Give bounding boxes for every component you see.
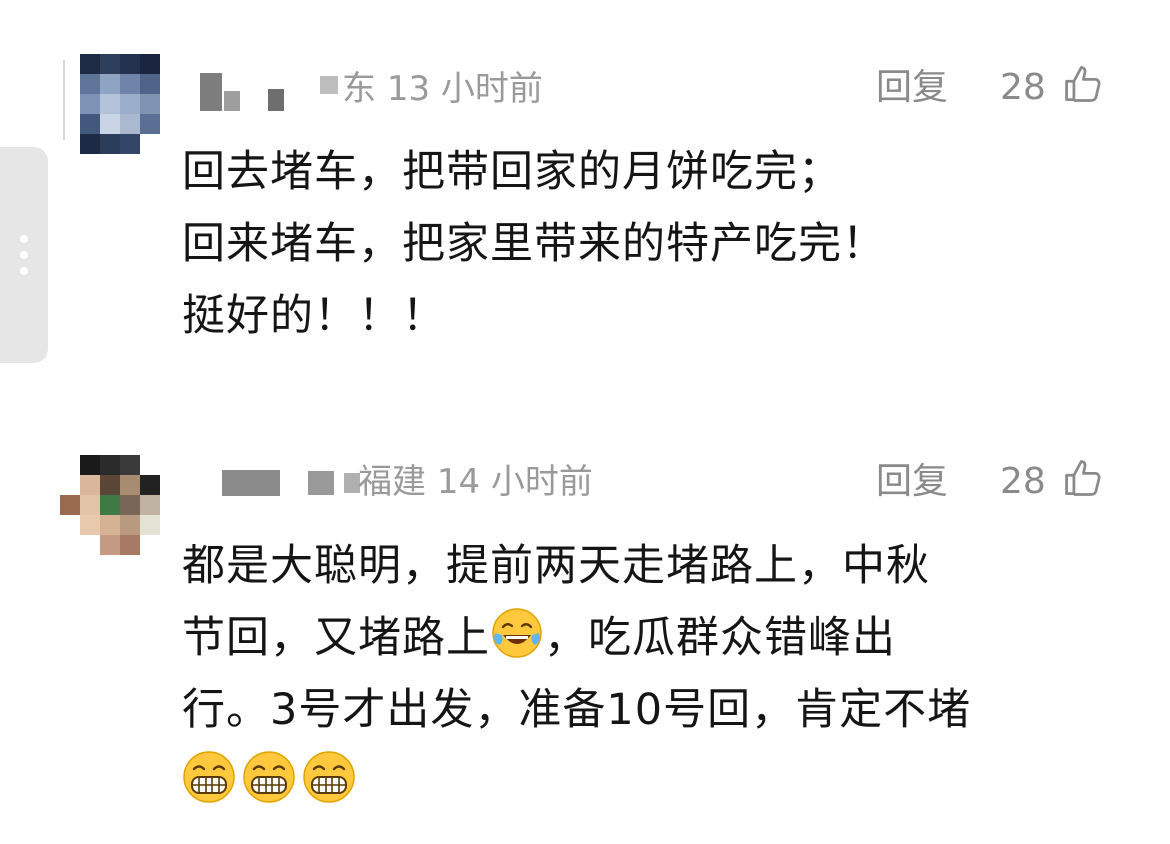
side-panel-handle[interactable] [0,147,48,363]
comment-meta: 福建 14 小时前 [358,465,593,499]
comment-body: 都是大聪明，提前两天走堵路上，中秋 节回，又堵路上 ，吃瓜群众错峰出 行。3号才… [182,530,971,818]
reply-button[interactable]: 回复 [876,464,948,500]
comment-line: 挺好的！！！ [182,291,446,341]
divider [63,60,65,140]
username-blurred[interactable] [222,470,360,496]
thumbs-up-icon[interactable] [1062,456,1106,500]
comment-location: 福建 [358,462,426,502]
comment-line-part: 节回，又堵路上 [182,613,490,663]
comment-meta: 东 13 小时前 [320,72,543,106]
comment-time: 14 小时前 [436,462,593,502]
comment-line: 节回，又堵路上 ，吃瓜群众错峰出 [182,602,971,674]
vertical-dots-icon [20,235,28,243]
grinning-face-emoji [183,751,235,803]
comment-line: 回来堵车，把家里带来的特产吃完！ [182,219,886,269]
vertical-dots-icon [20,267,28,275]
comment-line: 都是大聪明，提前两天走堵路上，中秋 [182,541,930,591]
grinning-face-emoji [303,751,355,803]
comment-time: 13 小时前 [386,69,543,109]
thumbs-up-icon[interactable] [1062,62,1106,106]
reply-button[interactable]: 回复 [876,70,948,106]
comment-body: 回去堵车，把带回家的月饼吃完； 回来堵车，把家里带来的特产吃完！ 挺好的！！！ [182,136,886,352]
vertical-dots-icon [20,251,28,259]
tears-of-joy-emoji [492,608,542,658]
comment-line: 行。3号才出发，准备10号回，肯定不堵 [182,685,972,735]
avatar[interactable] [60,455,160,555]
like-count: 28 [1000,67,1046,108]
location-blur [320,76,338,94]
like-count: 28 [1000,461,1046,502]
grinning-face-emoji [243,751,295,803]
comment-line-part: ，吃瓜群众错峰出 [544,613,896,663]
comment-location: 东 [342,69,376,109]
username-blurred[interactable] [200,73,284,111]
emoji-row [182,746,971,818]
comment-line: 回去堵车，把带回家的月饼吃完； [182,147,842,197]
avatar[interactable] [80,54,160,154]
